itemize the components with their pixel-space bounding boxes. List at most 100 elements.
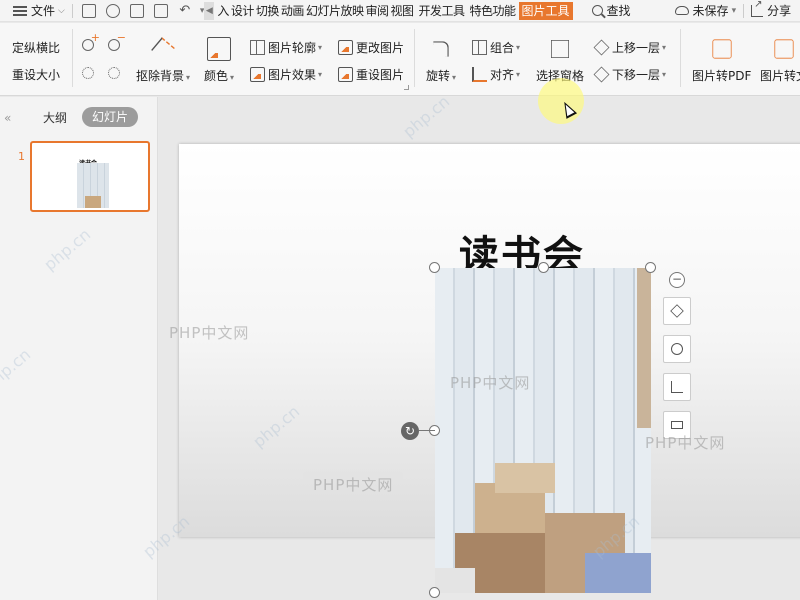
share-icon [751,0,764,17]
color-picture-icon [207,37,232,61]
change-picture-label: 更改图片 [356,41,405,55]
resize-handle-top-right[interactable] [645,262,656,273]
save-icon[interactable] [81,3,96,18]
effect-icon [250,67,265,82]
collapse-panel-icon[interactable]: « [4,111,11,125]
pdf-icon [712,39,732,59]
contrast-increase-icon [82,31,100,51]
slide-title[interactable]: 读书会 [459,230,585,270]
divider [743,3,745,18]
watermark: PHP中文网 [645,434,726,452]
resize-handle-top-left[interactable] [429,262,440,273]
zoom-button[interactable] [663,335,691,363]
tab-animation[interactable]: 动画 [280,2,305,19]
align-icon [472,67,487,82]
tab-slides[interactable]: 幻灯片 [82,107,138,127]
tab-insert[interactable]: 入 [216,2,230,19]
collapse-toolbar-icon[interactable]: − [669,272,685,288]
cursor-highlight [538,78,584,124]
tab-design[interactable]: 设计 [230,2,255,19]
divider [414,29,415,87]
picture-to-pdf-label: 图片转PDF [692,69,752,83]
change-picture-button[interactable]: 更改图片 [338,39,404,56]
reset-size-button[interactable]: 重设大小 [12,66,60,83]
reset-picture-button[interactable]: 重设图片 [338,66,404,83]
chevron-down-icon: ⌵ [58,5,65,16]
remove-background-button[interactable]: 抠除背景 ▾ [136,37,190,84]
rotate-handle-icon[interactable]: ↻ [401,422,419,440]
tab-review[interactable]: 审阅 [364,2,389,19]
selection-pane-button[interactable]: 选择窗格 [536,37,584,84]
cloud-icon [674,6,689,15]
share-button[interactable]: 分享 [748,0,794,22]
rotate-connector [419,430,435,431]
align-label: 对齐 [490,68,515,82]
chevron-down-icon: ▾ [731,5,737,16]
watermark: PHP中文网 [303,471,404,498]
search-button[interactable]: 查找 [589,0,634,22]
resize-handle-top[interactable] [538,262,549,273]
rotate-button[interactable]: 旋转 ▾ [426,37,456,84]
lock-ratio-checkbox[interactable]: 定纵横比 [12,39,60,56]
group-icon [472,40,487,55]
divider [72,29,73,87]
outline-icon [250,40,265,55]
print-preview-icon[interactable] [153,3,168,18]
tab-outline[interactable]: 大纲 [43,109,67,126]
format-painter-icon[interactable] [105,3,120,18]
reset-picture-icon [338,67,353,82]
editing-canvas: 读书会 ↻ − PHP中文网 PHP中文网 PHP中文网 PHP中文网 php.… [139,92,800,600]
group-label: 组合 [490,41,515,55]
picture-to-pdf-button[interactable]: 图片转PDF [692,37,751,84]
picture-pixel-block [495,463,555,493]
tab-picture-tools[interactable]: 图片工具 [518,1,573,20]
picture-effect-button[interactable]: 图片效果 ▾ [250,66,322,83]
color-label: 颜色 ▾ [204,69,235,83]
hamburger-icon [13,5,27,16]
color-button[interactable]: 颜色 ▾ [204,37,234,84]
undo-icon[interactable]: ↶ [178,3,192,18]
picture-outline-button[interactable]: 图片轮廓 ▾ [250,39,322,56]
share-label: 分享 [767,4,792,18]
decrease-contrast-button[interactable] [108,31,126,51]
file-menu-label: 文件 [31,4,56,18]
reset-picture-label: 重设图片 [356,68,405,82]
tab-view[interactable]: 视图 [389,2,414,19]
tab-developer[interactable]: 开发工具 [417,2,465,19]
align-button[interactable]: 对齐 ▾ [472,66,520,83]
watermark: PHP中文网 [169,324,250,342]
layers-button[interactable] [663,297,691,325]
picture-to-text-icon [774,39,794,59]
bring-forward-icon [593,39,610,56]
unsaved-label: 未保存 [692,4,729,18]
tab-special[interactable]: 特色功能 [469,2,517,19]
ribbon-picture-tools: 定纵横比 重设大小 抠除背景▾ 颜色▾ 图片轮廓▾ 图片效果▾ 更改图片 重设图… [0,23,800,96]
tab-slideshow[interactable]: 幻灯片放映 [305,2,365,19]
tab-transition[interactable]: 切换 [255,2,280,19]
tab-scroll-left-icon[interactable]: ◀ [204,1,215,20]
group-button[interactable]: 组合 ▾ [472,39,520,56]
decrease-brightness-button[interactable] [108,67,123,79]
thumbnail-picture [77,163,109,208]
brightness-decrease-icon [108,67,120,79]
resize-handle-bottom-left[interactable] [429,587,440,598]
contrast-decrease-icon [108,31,126,51]
unsaved-status-button[interactable]: 未保存 ▾ [672,0,740,22]
bring-forward-button[interactable]: 上移一层 ▾ [593,39,666,56]
slide-thumbnail[interactable]: 读书会 [30,141,150,212]
send-backward-button[interactable]: 下移一层 ▾ [593,66,666,83]
picture-to-text-button[interactable]: 图片转文 [760,37,800,84]
picture-pixel-block [435,568,475,593]
menu-bar: 文件 ⌵ ↶ ▾ ◀ 入 设计 切换 动画 幻灯片放映 审阅 视图 开发工具 特… [0,0,800,22]
file-menu[interactable]: 文件 ⌵ [0,0,68,22]
layers-icon [670,304,684,318]
print-icon[interactable] [129,3,144,18]
rotate-icon [433,41,449,57]
increase-contrast-button[interactable] [82,31,100,51]
search-label: 查找 [606,4,631,18]
group-dialog-launcher-icon[interactable] [404,85,409,90]
increase-brightness-button[interactable] [82,67,97,79]
magic-wand-icon [151,37,175,61]
picture-bookshelf-edge [637,268,651,428]
crop-button[interactable] [663,373,691,401]
